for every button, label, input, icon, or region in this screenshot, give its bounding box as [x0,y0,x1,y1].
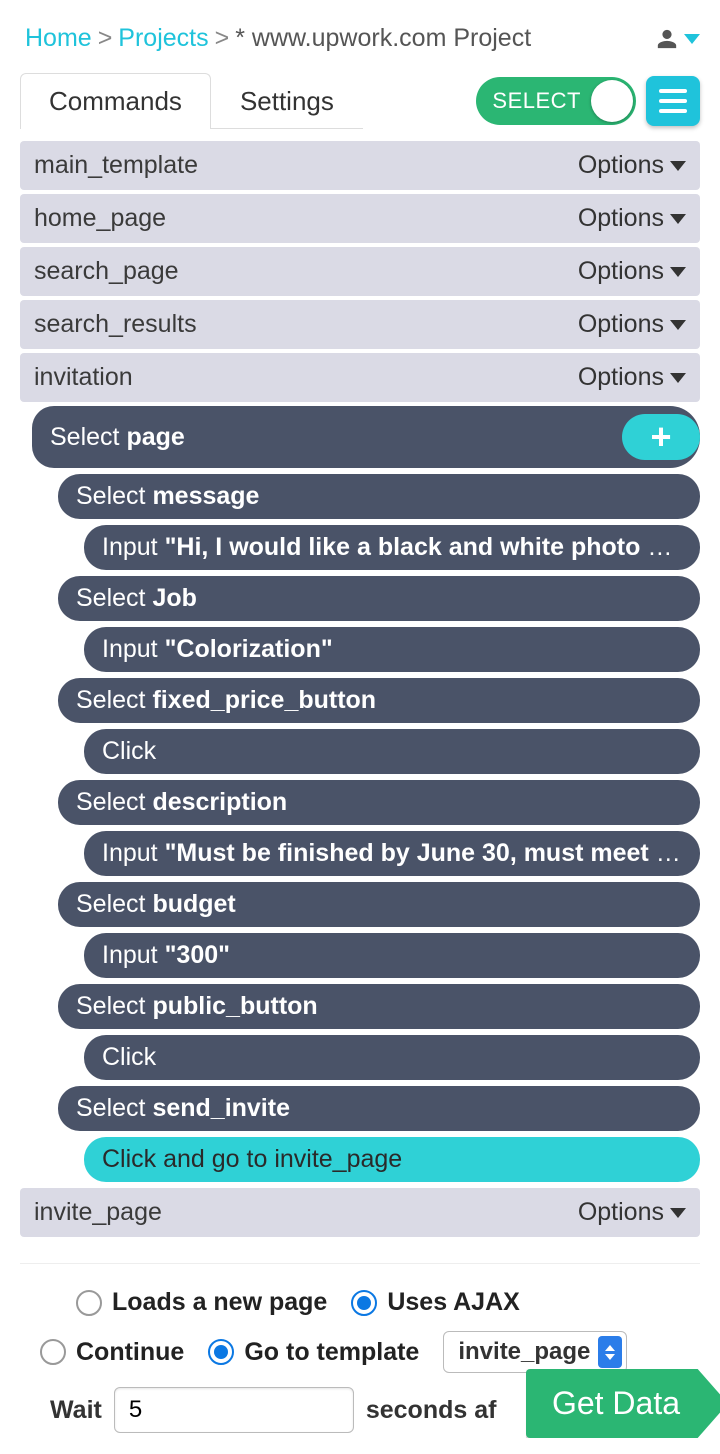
template-row[interactable]: invite_page Options [20,1188,700,1237]
command-tree: Select page + Select message Input "Hi, … [32,406,700,1182]
template-name: main_template [34,151,198,180]
radio-icon [76,1290,102,1316]
radio-icon [351,1290,377,1316]
template-name: search_results [34,310,197,339]
breadcrumb-sep-icon: > [215,24,230,53]
command-select-page[interactable]: Select page + [32,406,700,468]
command-select[interactable]: Select description [58,780,700,825]
tab-commands[interactable]: Commands [20,73,211,129]
wait-seconds-input[interactable] [114,1387,354,1433]
template-name: search_page [34,257,179,286]
breadcrumb-sep-icon: > [98,24,113,53]
options-button[interactable]: Options [578,204,686,233]
select-mode-toggle[interactable]: SELECT [476,77,636,125]
options-button[interactable]: Options [578,363,686,392]
toggle-knob [591,80,633,122]
options-button[interactable]: Options [578,151,686,180]
caret-down-icon [670,1208,686,1218]
options-button[interactable]: Options [578,310,686,339]
command-action[interactable]: Input "Colorization" [84,627,700,672]
breadcrumb-projects[interactable]: Projects [118,24,208,53]
template-name: invitation [34,363,133,392]
template-row[interactable]: main_template Options [20,141,700,190]
wait-label: Wait [50,1396,102,1425]
command-select[interactable]: Select send_invite [58,1086,700,1131]
select-toggle-label: SELECT [492,88,581,114]
breadcrumb-current: * www.upwork.com Project [235,24,531,53]
breadcrumb: Home > Projects > * www.upwork.com Proje… [20,0,700,73]
template-select[interactable]: invite_page [443,1331,627,1373]
template-row[interactable]: invitation Options [20,353,700,402]
radio-go-to-template[interactable]: Go to template [208,1338,419,1367]
command-select[interactable]: Select fixed_price_button [58,678,700,723]
radio-icon [208,1339,234,1365]
command-action[interactable]: Click [84,729,700,774]
radio-icon [40,1339,66,1365]
add-command-button[interactable]: + [622,414,700,460]
template-row[interactable]: search_page Options [20,247,700,296]
options-button[interactable]: Options [578,257,686,286]
template-name: invite_page [34,1198,162,1227]
options-button[interactable]: Options [578,1198,686,1227]
command-select[interactable]: Select public_button [58,984,700,1029]
template-list: main_template Options home_page Options … [20,141,700,1237]
caret-down-icon [670,267,686,277]
select-stepper-icon [598,1336,622,1368]
command-action[interactable]: Input "Must be finished by June 30, must… [84,831,700,876]
radio-continue[interactable]: Continue [40,1338,184,1367]
radio-loads-new-page[interactable]: Loads a new page [76,1288,327,1317]
command-action-highlighted[interactable]: Click and go to invite_page [84,1137,700,1182]
caret-down-icon [684,34,700,44]
menu-button[interactable] [646,76,700,126]
get-data-button[interactable]: Get Data [526,1369,720,1438]
template-row[interactable]: home_page Options [20,194,700,243]
command-action[interactable]: Input "Hi, I would like a black and whit… [84,525,700,570]
tab-settings[interactable]: Settings [211,73,363,129]
radio-uses-ajax[interactable]: Uses AJAX [351,1288,519,1317]
tabs: Commands Settings [20,73,363,129]
command-action[interactable]: Input "300" [84,933,700,978]
user-menu-button[interactable] [656,28,700,50]
command-select[interactable]: Select message [58,474,700,519]
wait-label-after: seconds af [366,1396,497,1425]
command-action[interactable]: Click [84,1035,700,1080]
command-select[interactable]: Select budget [58,882,700,927]
breadcrumb-home[interactable]: Home [25,24,92,53]
user-icon [656,28,678,50]
plus-icon: + [650,419,671,455]
hamburger-icon [659,86,687,116]
caret-down-icon [670,320,686,330]
caret-down-icon [670,373,686,383]
template-name: home_page [34,204,166,233]
command-select[interactable]: Select Job [58,576,700,621]
template-row[interactable]: search_results Options [20,300,700,349]
caret-down-icon [670,161,686,171]
caret-down-icon [670,214,686,224]
